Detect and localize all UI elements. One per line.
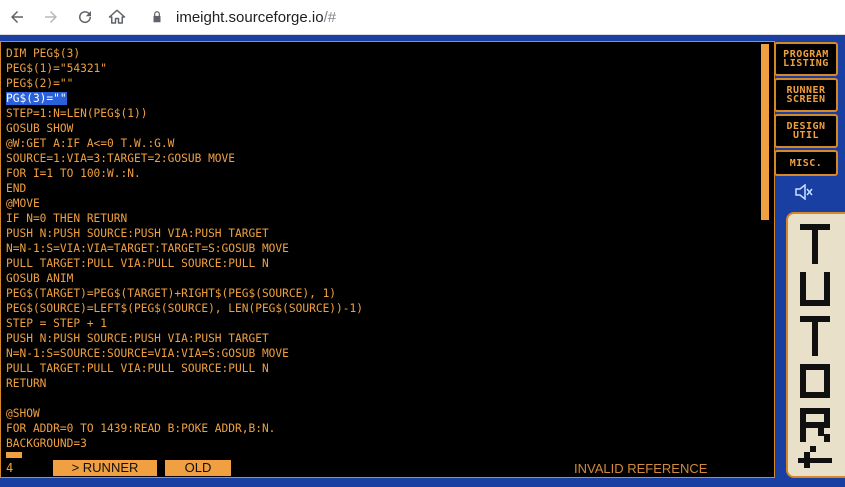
code-line-text: RETURN bbox=[6, 377, 47, 390]
code-line[interactable]: IF N=0 THEN RETURN bbox=[6, 211, 766, 226]
code-line[interactable]: STEP=1:N=LEN(PEG$(1)) bbox=[6, 106, 766, 121]
scrollbar[interactable] bbox=[761, 44, 769, 220]
program-listing-label-2: LISTING bbox=[783, 58, 829, 69]
code-line[interactable]: PEG$(SOURCE)=LEFT$(PEG$(SOURCE), LEN(PEG… bbox=[6, 301, 766, 316]
code-line[interactable]: BACKGROUND=3 bbox=[6, 436, 766, 451]
code-line[interactable]: N=N-1:S=VIA:VIA=TARGET:TARGET=S:GOSUB MO… bbox=[6, 241, 766, 256]
program-listing-button[interactable]: PROGRAM LISTING bbox=[774, 42, 838, 76]
code-line-text: BACKGROUND=3 bbox=[6, 437, 87, 450]
tutor-button[interactable] bbox=[786, 212, 845, 478]
runner-button[interactable]: > RUNNER bbox=[53, 460, 157, 476]
design-util-button[interactable]: DESIGN UTIL bbox=[774, 114, 838, 148]
misc-label: MISC. bbox=[789, 157, 823, 169]
code-line[interactable]: N=N-1:S=SOURCE:SOURCE=VIA:VIA=S:GOSUB MO… bbox=[6, 346, 766, 361]
code-line-text: @W:GET A:IF A<=0 T.W.:G.W bbox=[6, 137, 175, 150]
runner-screen-button[interactable]: RUNNER SCREEN bbox=[774, 78, 838, 112]
code-line[interactable]: GOSUB ANIM bbox=[6, 271, 766, 286]
address-bar[interactable]: imeight.sourceforge.io/# bbox=[150, 9, 336, 26]
code-line-text: PUSH N:PUSH SOURCE:PUSH VIA:PUSH TARGET bbox=[6, 332, 269, 345]
code-line[interactable]: FOR I=1 TO 100:W.:N. bbox=[6, 166, 766, 181]
code-line-text: PEG$(TARGET)=PEG$(TARGET)+RIGHT$(PEG$(SO… bbox=[6, 287, 337, 300]
code-line[interactable]: PG$(3)="" bbox=[6, 91, 766, 106]
code-line-text: @SHOW bbox=[6, 407, 40, 420]
code-line-text: PEG$(1)="54321" bbox=[6, 62, 108, 75]
code-line[interactable]: GOSUB SHOW bbox=[6, 121, 766, 136]
code-line[interactable]: @SHOW bbox=[6, 406, 766, 421]
code-line[interactable]: @W:GET A:IF A<=0 T.W.:G.W bbox=[6, 136, 766, 151]
misc-button[interactable]: MISC. bbox=[774, 150, 838, 176]
code-line[interactable]: PULL TARGET:PULL VIA:PULL SOURCE:PULL N bbox=[6, 361, 766, 376]
text-cursor bbox=[6, 452, 22, 458]
code-line[interactable]: STEP = STEP + 1 bbox=[6, 316, 766, 331]
url-host: imeight.sourceforge.io bbox=[176, 8, 324, 26]
code-line-text: PG$(3)="" bbox=[6, 92, 67, 105]
code-line-text: PEG$(SOURCE)=LEFT$(PEG$(SOURCE), LEN(PEG… bbox=[6, 302, 363, 315]
code-line[interactable] bbox=[6, 391, 766, 406]
browser-toolbar: imeight.sourceforge.io/# bbox=[0, 0, 845, 35]
runner-screen-label-2: SCREEN bbox=[786, 94, 826, 105]
code-line-text: PULL TARGET:PULL VIA:PULL SOURCE:PULL N bbox=[6, 257, 269, 270]
code-line-text: PUSH N:PUSH SOURCE:PUSH VIA:PUSH TARGET bbox=[6, 227, 269, 240]
code-line[interactable]: FOR ADDR=0 TO 1439:READ B:POKE ADDR,B:N. bbox=[6, 421, 766, 436]
code-line-text: N=N-1:S=SOURCE:SOURCE=VIA:VIA=S:GOSUB MO… bbox=[6, 347, 289, 360]
code-line[interactable]: PEG$(2)="" bbox=[6, 76, 766, 91]
code-line[interactable]: PEG$(1)="54321" bbox=[6, 61, 766, 76]
code-line-text: END bbox=[6, 182, 27, 195]
code-line-text: STEP = STEP + 1 bbox=[6, 317, 108, 330]
code-line-text: STEP=1:N=LEN(PEG$(1)) bbox=[6, 107, 148, 120]
status-message: INVALID REFERENCE bbox=[574, 461, 708, 476]
code-line-text: GOSUB SHOW bbox=[6, 122, 74, 135]
code-line-text: DIM PEG$(3) bbox=[6, 47, 81, 60]
line-number: 4 bbox=[6, 461, 14, 475]
reload-icon[interactable] bbox=[74, 6, 96, 28]
code-line[interactable]: PUSH N:PUSH SOURCE:PUSH VIA:PUSH TARGET bbox=[6, 331, 766, 346]
code-line-text: SOURCE=1:VIA=3:TARGET=2:GOSUB MOVE bbox=[6, 152, 236, 165]
code-listing[interactable]: DIM PEG$(3) PEG$(1)="54321" PEG$(2)="" PG$(… bbox=[6, 46, 766, 451]
home-icon[interactable] bbox=[106, 6, 128, 28]
old-button[interactable]: OLD bbox=[165, 460, 231, 476]
back-icon[interactable] bbox=[6, 6, 28, 28]
forward-icon[interactable] bbox=[40, 6, 62, 28]
code-line[interactable]: PEG$(TARGET)=PEG$(TARGET)+RIGHT$(PEG$(SO… bbox=[6, 286, 766, 301]
code-line[interactable]: END bbox=[6, 181, 766, 196]
code-line[interactable]: DIM PEG$(3) bbox=[6, 46, 766, 61]
code-line-text: PULL TARGET:PULL VIA:PULL SOURCE:PULL N bbox=[6, 362, 269, 375]
tutor-label bbox=[798, 224, 832, 468]
program-listing-screen[interactable]: DIM PEG$(3) PEG$(1)="54321" PEG$(2)="" PG$(… bbox=[0, 41, 775, 478]
code-line-text: FOR I=1 TO 100:W.:N. bbox=[6, 167, 141, 180]
lock-icon bbox=[153, 11, 161, 23]
code-line[interactable]: SOURCE=1:VIA=3:TARGET=2:GOSUB MOVE bbox=[6, 151, 766, 166]
code-line-text: GOSUB ANIM bbox=[6, 272, 74, 285]
code-line-text: @MOVE bbox=[6, 197, 40, 210]
code-line[interactable]: @MOVE bbox=[6, 196, 766, 211]
code-line-text: PEG$(2)="" bbox=[6, 77, 74, 90]
code-line[interactable]: RETURN bbox=[6, 376, 766, 391]
code-line[interactable]: PULL TARGET:PULL VIA:PULL SOURCE:PULL N bbox=[6, 256, 766, 271]
code-line-text: N=N-1:S=VIA:VIA=TARGET:TARGET=S:GOSUB MO… bbox=[6, 242, 289, 255]
status-bar: 4 > RUNNER OLD INVALID REFERENCE bbox=[1, 460, 774, 477]
url-path: /# bbox=[323, 8, 337, 26]
code-line-text: IF N=0 THEN RETURN bbox=[6, 212, 128, 225]
code-line-text: FOR ADDR=0 TO 1439:READ B:POKE ADDR,B:N. bbox=[6, 422, 276, 435]
code-line[interactable]: PUSH N:PUSH SOURCE:PUSH VIA:PUSH TARGET bbox=[6, 226, 766, 241]
design-util-label-2: UTIL bbox=[792, 130, 820, 141]
speaker-muted-icon[interactable] bbox=[795, 184, 813, 200]
